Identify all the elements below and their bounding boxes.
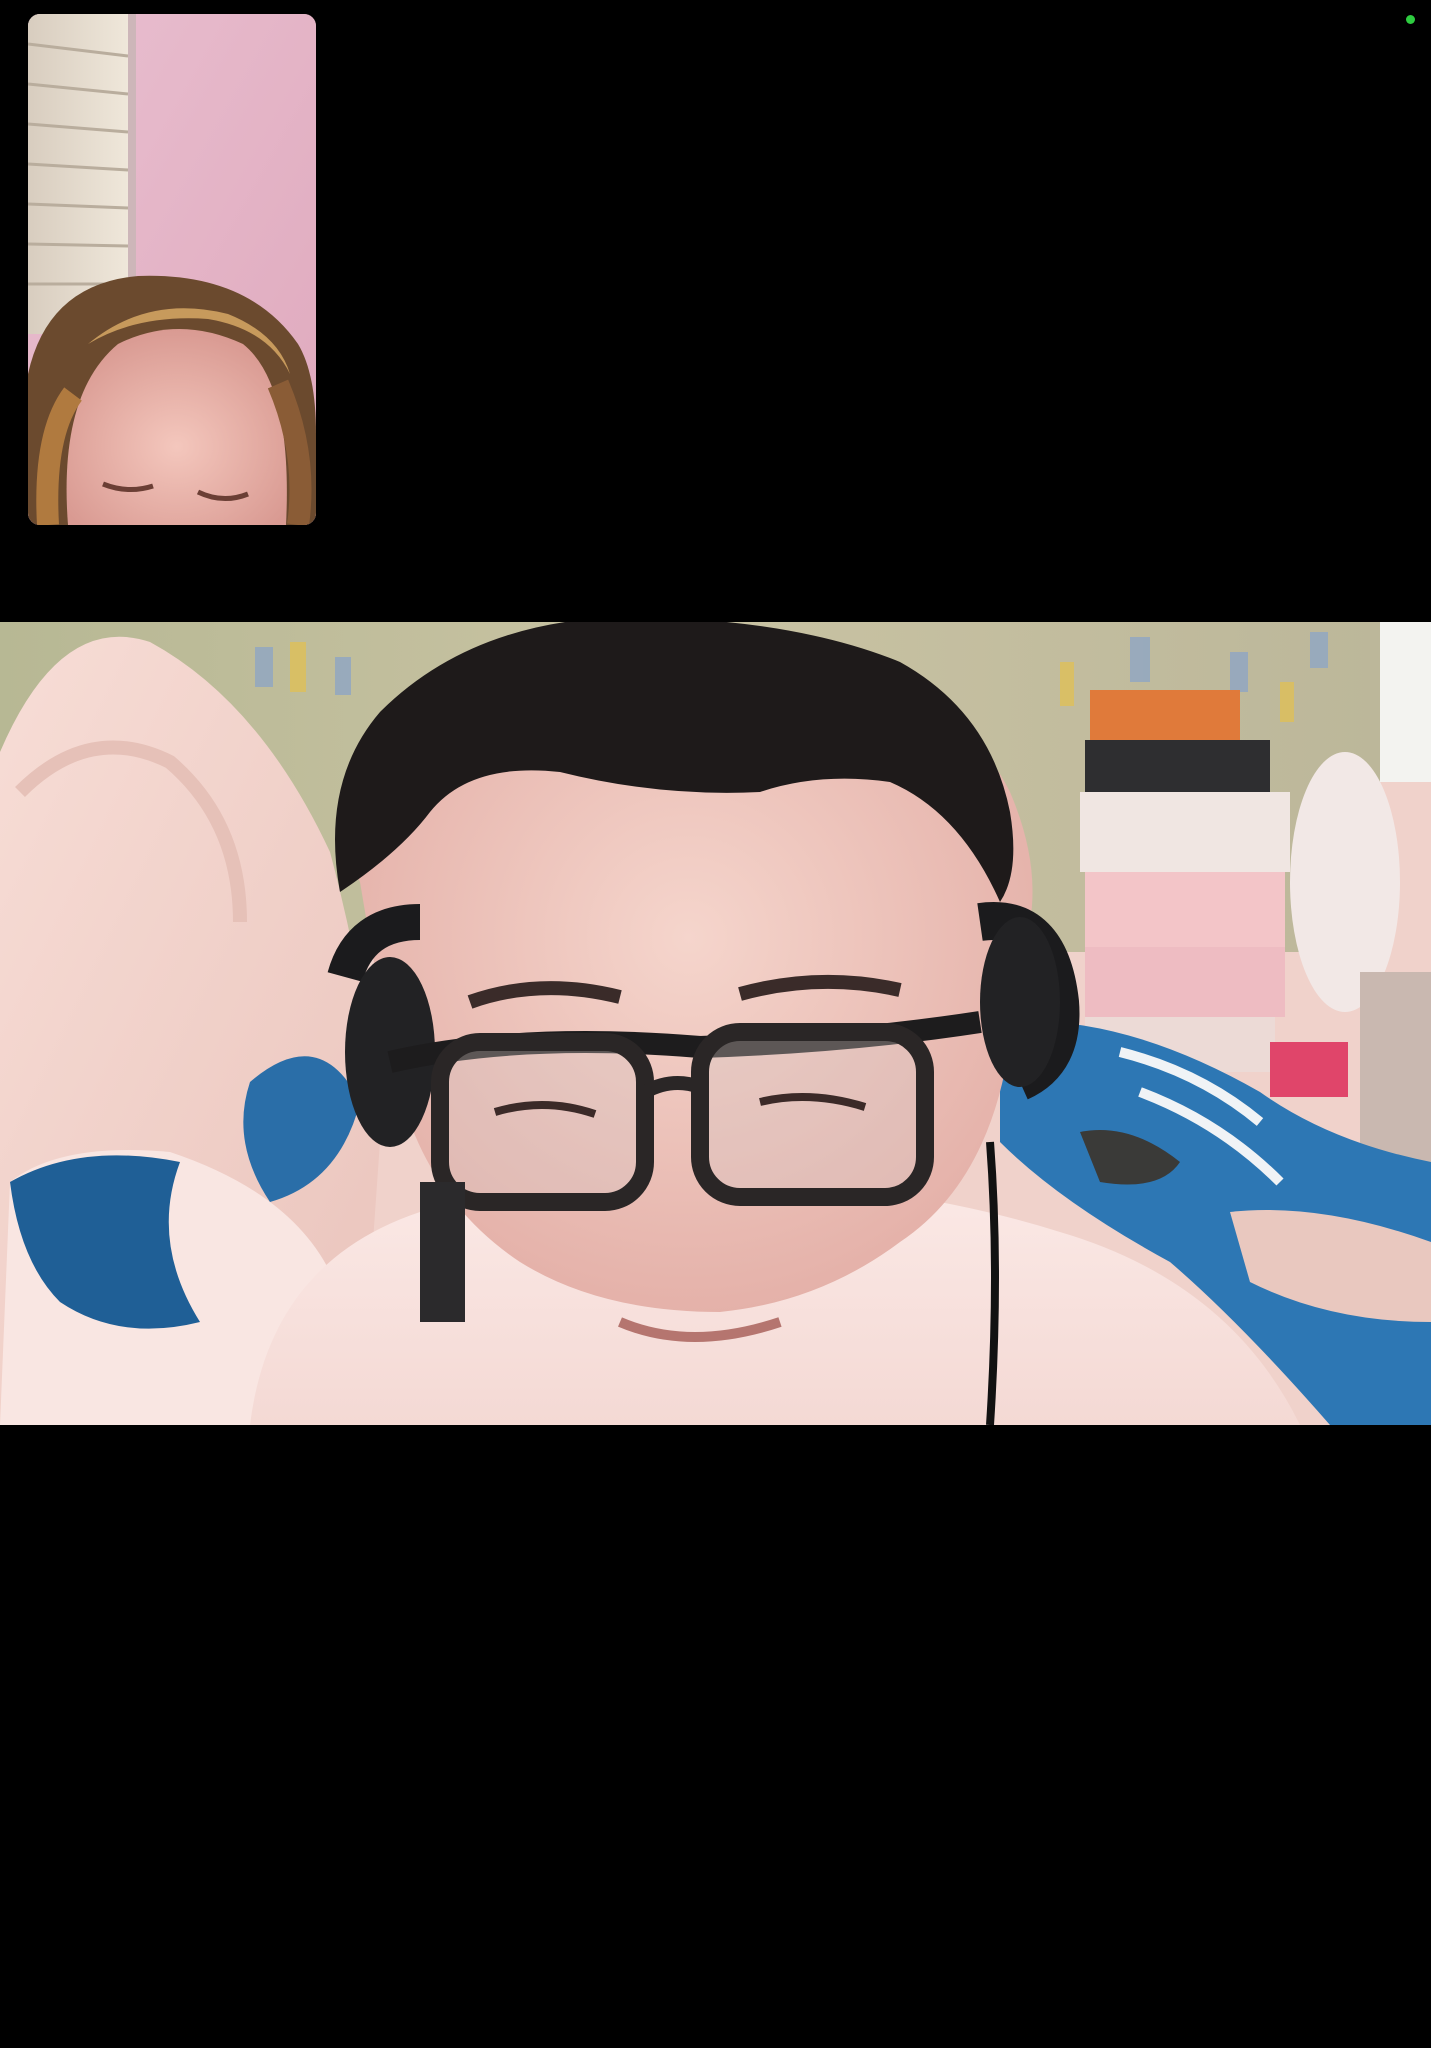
self-view-video-image [28,14,316,525]
camera-active-indicator-icon [1406,15,1415,24]
remote-participant-video-image [0,622,1431,1425]
self-view-video-tile[interactable] [28,14,316,525]
video-call-screen [0,0,1431,2048]
remote-participant-video-tile[interactable] [0,622,1431,1425]
